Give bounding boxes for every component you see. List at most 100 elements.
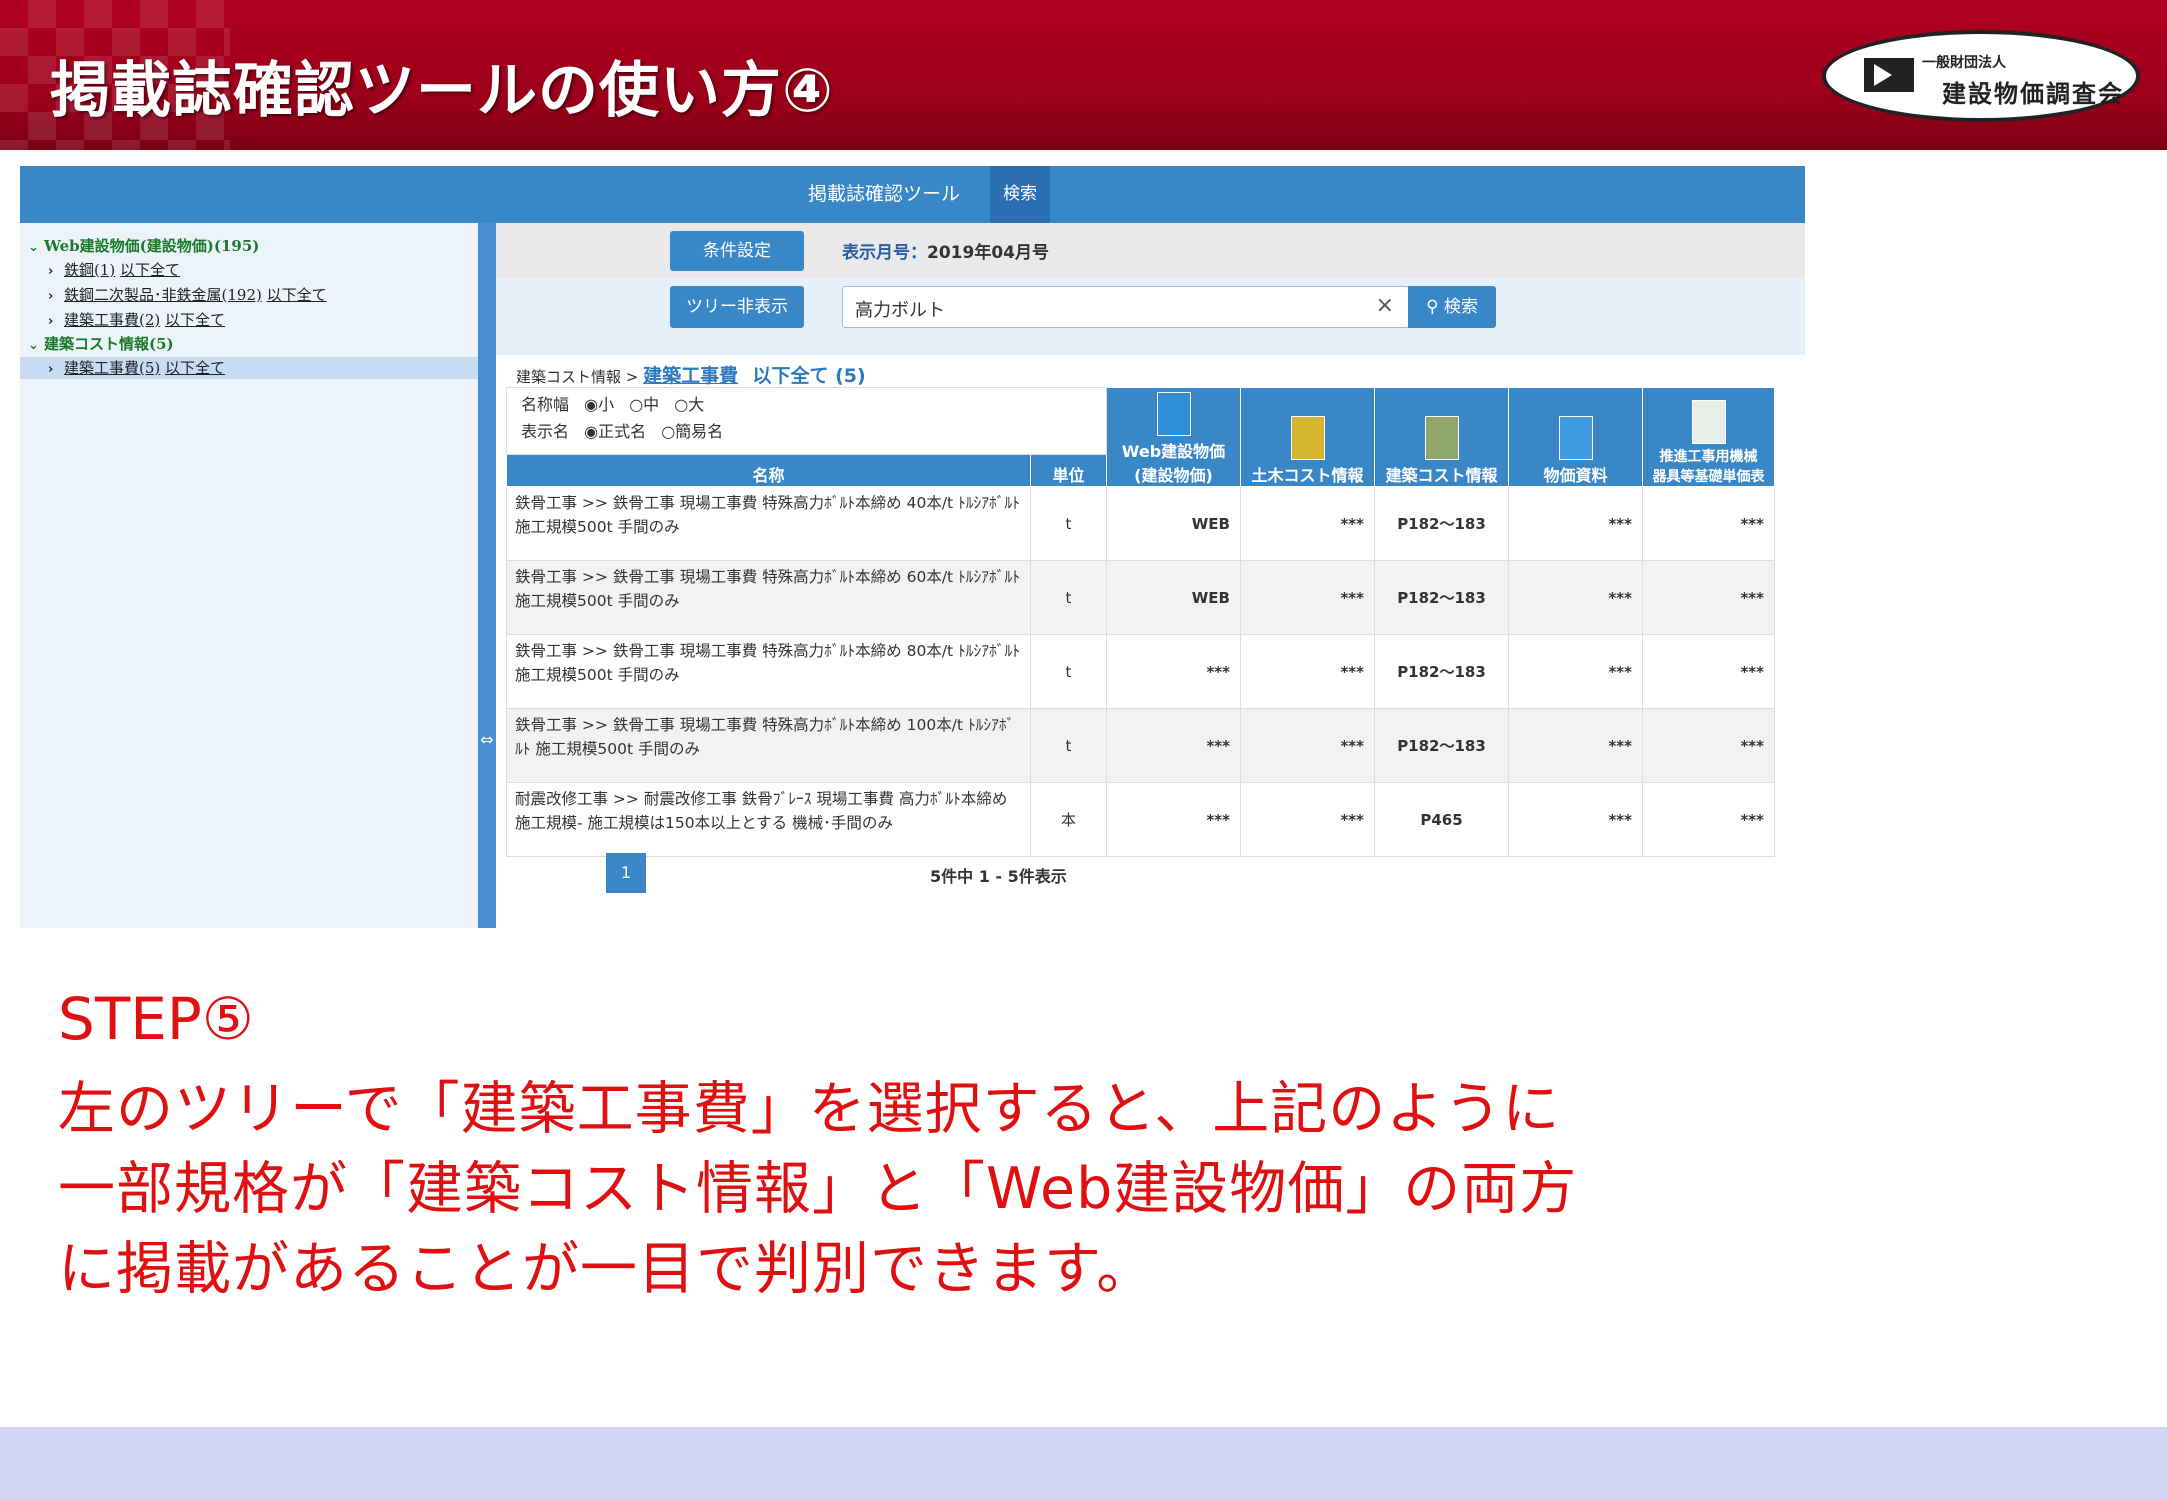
cell-suishin-kikai: ***: [1642, 486, 1775, 561]
table-row[interactable]: 鉄骨工事 >> 鉄骨工事 現場工事費 特殊高力ﾎﾞﾙﾄ本締め 100本/t ﾄﾙ…: [506, 708, 1775, 783]
cell-doboku-cost: ***: [1240, 486, 1375, 561]
col-header-kenchiku-cost: 建築コスト情報: [1374, 387, 1509, 487]
slide-title: 掲載誌確認ツールの使い方④: [50, 56, 834, 126]
cell-doboku-cost: ***: [1240, 708, 1375, 783]
display-month: 表示月号：2019年04月号: [842, 238, 1049, 263]
row-name: 鉄骨工事 >> 鉄骨工事 現場工事費 特殊高力ﾎﾞﾙﾄ本締め 100本/t ﾄﾙ…: [506, 708, 1031, 783]
logo-org-name: 建設物価調査会: [1942, 80, 2124, 108]
chevron-down-icon: ⌄: [28, 240, 39, 255]
tree-item-kenchiku-kojihi-selected[interactable]: › 建築工事費(5) 以下全て: [20, 357, 478, 379]
radio-display-simple[interactable]: ○簡易名: [661, 422, 723, 441]
tree-item-label[interactable]: 鉄鋼(1): [64, 261, 115, 279]
cell-suishin-kikai: ***: [1642, 634, 1775, 709]
cell-web-kensetsu-bukka: WEB: [1106, 560, 1241, 635]
tree-item-all-link[interactable]: 以下全て: [120, 261, 180, 279]
table-row[interactable]: 鉄骨工事 >> 鉄骨工事 現場工事費 特殊高力ﾎﾞﾙﾄ本締め 60本/t ﾄﾙｼ…: [506, 560, 1775, 635]
app-window: 掲載誌確認ツール 検索 ⌄ Web建設物価(建設物価)(195) › 鉄鋼(1) 以…: [20, 166, 1805, 928]
tree-group-kenchiku-cost[interactable]: ⌄ 建築コスト情報(5): [28, 333, 174, 354]
logo-org-type: 一般財団法人: [1922, 55, 2006, 71]
chevron-right-icon: ›: [48, 289, 54, 304]
table-row[interactable]: 耐震改修工事 >> 耐震改修工事 鉄骨ﾌﾞﾚｰｽ 現場工事費 高力ﾎﾞﾙﾄ本締め…: [506, 782, 1775, 857]
cell-bukka-shiryo: ***: [1508, 486, 1643, 561]
chevron-right-icon: ›: [48, 264, 54, 279]
pager-page-1[interactable]: 1: [606, 853, 646, 893]
chevron-down-icon: ⌄: [28, 338, 39, 353]
condition-settings-button[interactable]: 条件設定: [670, 231, 804, 271]
col-header-line2: 物価資料: [1543, 466, 1608, 485]
row-unit: t: [1030, 634, 1107, 709]
radio-width-medium[interactable]: ○中: [629, 395, 659, 414]
cell-kenchiku-cost: P182～183: [1374, 560, 1509, 635]
breadcrumb-separator: >: [625, 368, 639, 386]
cell-kenchiku-cost: P182～183: [1374, 486, 1509, 561]
clear-icon[interactable]: ×: [1376, 293, 1394, 318]
radio-label: 小: [598, 395, 615, 414]
tab-search[interactable]: 検索: [990, 166, 1050, 223]
breadcrumb-all-link[interactable]: 以下全て (5): [752, 365, 865, 387]
radio-width-large[interactable]: ○大: [674, 395, 704, 414]
cell-bukka-shiryo: ***: [1508, 634, 1643, 709]
cell-web-kensetsu-bukka: ***: [1106, 708, 1241, 783]
step-title: STEP⑤: [58, 985, 254, 1053]
search-input[interactable]: 高力ボルト ×: [842, 286, 1409, 328]
chevron-right-icon: ›: [48, 314, 54, 329]
col-header-line2: 建築コスト情報: [1385, 466, 1498, 485]
row-unit: t: [1030, 486, 1107, 561]
app-title: 掲載誌確認ツール: [808, 183, 961, 205]
logo-mark-icon: [1864, 58, 1914, 92]
tree-group-label: Web建設物価(建設物価)(195): [44, 237, 260, 255]
cell-kenchiku-cost: P182～183: [1374, 634, 1509, 709]
tree-toggle-button[interactable]: ツリー非表示: [670, 286, 804, 328]
main-panel: 条件設定 表示月号：2019年04月号 ツリー非表示 高力ボルト × ⚲ 検索 …: [496, 223, 1805, 928]
tree-group-web-kensetsu-bukka[interactable]: ⌄ Web建設物価(建設物価)(195): [28, 235, 259, 256]
tree-item-label[interactable]: 鉄鋼二次製品･非鉄金属(192): [64, 286, 262, 304]
cell-suishin-kikai: ***: [1642, 560, 1775, 635]
display-month-label: 表示月号：: [842, 243, 927, 263]
tree-item-label[interactable]: 建築工事費(5): [64, 359, 160, 377]
resize-arrows-icon: ⇔: [480, 730, 494, 749]
breadcrumb-root[interactable]: 建築コスト情報: [516, 368, 621, 386]
tree-item-label[interactable]: 建築工事費(2): [64, 311, 160, 329]
name-width-option: 名称幅 ◉小 ○中 ○大: [521, 391, 704, 415]
radio-label: 正式名: [598, 422, 647, 441]
cell-bukka-shiryo: ***: [1508, 560, 1643, 635]
name-width-label: 名称幅: [521, 395, 570, 414]
row-unit: 本: [1030, 782, 1107, 857]
search-button-label: 検索: [1443, 297, 1478, 317]
table-row[interactable]: 鉄骨工事 >> 鉄骨工事 現場工事費 特殊高力ﾎﾞﾙﾄ本締め 80本/t ﾄﾙｼ…: [506, 634, 1775, 709]
col-header-line1: 推進工事用機械: [1659, 449, 1758, 465]
search-button[interactable]: ⚲ 検索: [1408, 286, 1496, 328]
radio-display-formal[interactable]: ◉正式名: [584, 422, 646, 441]
publication-cover-icon: [1424, 416, 1459, 460]
tree-item-all-link[interactable]: 以下全て: [267, 286, 327, 304]
cell-bukka-shiryo: ***: [1508, 782, 1643, 857]
publication-cover-icon: [1290, 416, 1325, 460]
display-name-option: 表示名 ◉正式名 ○簡易名: [521, 418, 723, 442]
col-header-bukka-shiryo: 物価資料: [1508, 387, 1643, 487]
publication-cover-icon: [1558, 416, 1593, 460]
cell-web-kensetsu-bukka: ***: [1106, 782, 1241, 857]
tree-item-all-link[interactable]: 以下全て: [165, 359, 225, 377]
tree-item-kenchiku-kojihi-web[interactable]: › 建築工事費(2) 以下全て: [48, 309, 225, 330]
tree-item-tekko[interactable]: › 鉄鋼(1) 以下全て: [48, 259, 180, 280]
row-unit: t: [1030, 560, 1107, 635]
table-row[interactable]: 鉄骨工事 >> 鉄骨工事 現場工事費 特殊高力ﾎﾞﾙﾄ本締め 40本/t ﾄﾙｼ…: [506, 486, 1775, 561]
cell-bukka-shiryo: ***: [1508, 708, 1643, 783]
cell-suishin-kikai: ***: [1642, 708, 1775, 783]
col-header-line2: 土木コスト情報: [1251, 466, 1364, 485]
cell-kenchiku-cost: P465: [1374, 782, 1509, 857]
col-header-doboku-cost: 土木コスト情報: [1240, 387, 1375, 487]
tree-item-tekko-niji[interactable]: › 鉄鋼二次製品･非鉄金属(192) 以下全て: [48, 284, 327, 305]
col-header-suishin-kikai: 推進工事用機械 器具等基礎単価表: [1642, 387, 1775, 487]
cell-doboku-cost: ***: [1240, 634, 1375, 709]
tree-item-all-link[interactable]: 以下全て: [165, 311, 225, 329]
col-header-unit[interactable]: 単位: [1030, 454, 1107, 487]
display-month-value: 2019年04月号: [927, 243, 1049, 263]
col-header-name[interactable]: 名称: [506, 454, 1031, 487]
radio-width-small[interactable]: ◉小: [584, 395, 614, 414]
search-input-value: 高力ボルト: [855, 300, 945, 321]
sidebar-splitter[interactable]: ⇔: [478, 223, 496, 928]
breadcrumb-current[interactable]: 建築工事費: [643, 365, 738, 387]
cell-kenchiku-cost: P182～183: [1374, 708, 1509, 783]
step-text-line: 左のツリーで「建築工事費」を選択すると、上記のように: [58, 1076, 1561, 1142]
